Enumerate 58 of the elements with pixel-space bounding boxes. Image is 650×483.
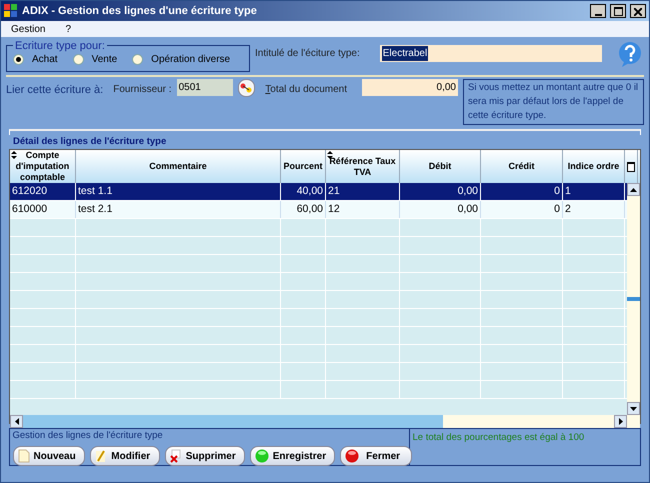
table-row[interactable]: 612020 test 1.1 40,00 21 0,00 0 1: [10, 183, 627, 202]
table-cell: 12: [326, 201, 400, 218]
group-label: Ecriture type pour:: [14, 40, 106, 52]
status-message: Le total des pourcentages est égal à 100: [412, 431, 586, 446]
table-row[interactable]: 610000 test 2.1 60,00 12 0,00 0 2: [10, 201, 627, 220]
minimize-button[interactable]: [590, 4, 606, 18]
delete-icon: [170, 449, 182, 463]
maximize-icon: [614, 7, 622, 16]
title-input[interactable]: Electrabel: [380, 44, 602, 62]
table-cell: 1: [563, 183, 625, 200]
table-cell: test 1.1: [76, 183, 281, 200]
radio-option[interactable]: Vente: [72, 52, 118, 67]
sort-icon: [11, 151, 17, 160]
field-label: Fournisseur :: [113, 82, 172, 96]
table-cell: 610000: [10, 201, 76, 218]
radio-option[interactable]: Achat: [13, 52, 58, 67]
link-label: Lier cette écriture à:: [6, 82, 104, 98]
horizontal-scrollbar[interactable]: [10, 415, 640, 428]
table-cell: 0,00: [400, 201, 481, 218]
maximize-button[interactable]: [610, 4, 626, 18]
table-cell: 40,00: [281, 183, 326, 200]
lookup-button[interactable]: [238, 79, 256, 97]
table-cell: 60,00: [281, 201, 326, 218]
link-icon: [240, 83, 252, 93]
scroll-right-icon[interactable]: [614, 415, 627, 428]
section-title: Gestion des lignes de l'écriture type: [12, 429, 164, 444]
table-cell: test 2.1: [76, 201, 281, 218]
table-cell: 0,00: [400, 183, 481, 200]
table-cell: 0: [481, 183, 563, 200]
table-cell: 21: [326, 183, 400, 200]
document-icon: [18, 449, 30, 463]
action-button[interactable]: Modifier: [90, 446, 160, 466]
action-button[interactable]: Fermer: [340, 446, 412, 466]
help-icon: [616, 40, 644, 68]
action-button[interactable]: Enregistrer: [250, 446, 336, 466]
pencil-icon: [94, 449, 107, 463]
app-icon: [4, 4, 18, 18]
minimize-icon: [594, 14, 602, 16]
total-input[interactable]: 0,00: [362, 79, 458, 96]
supplier-input[interactable]: 0501: [176, 79, 233, 96]
field-label: Total du document: [265, 82, 347, 96]
window-title: ADIX - Gestion des lignes d'une écriture type: [22, 4, 258, 19]
scroll-down-icon[interactable]: [627, 402, 640, 416]
field-label: Intitulé de l'éciture type:: [255, 46, 360, 60]
table-cell: 612020: [10, 183, 76, 200]
menu-item[interactable]: ?: [65, 22, 72, 36]
action-button[interactable]: Supprimer: [164, 446, 245, 466]
section-title: Détail des lignes de l'écriture type: [13, 135, 166, 149]
action-button[interactable]: Nouveau: [12, 446, 85, 466]
table-cell: 0: [481, 201, 563, 218]
vertical-scrollbar[interactable]: [627, 183, 640, 416]
scroll-up-icon[interactable]: [627, 183, 640, 196]
table-cell: 2: [563, 201, 625, 218]
radio-option[interactable]: Opération diverse: [132, 52, 230, 67]
close-button[interactable]: [630, 4, 646, 18]
menu-item[interactable]: Gestion: [11, 22, 46, 36]
scroll-left-icon[interactable]: [10, 415, 23, 428]
info-note: Si vous mettez un montant autre que 0 il sera mis par défaut lors de l'appel de cette écriture type.: [463, 79, 644, 125]
